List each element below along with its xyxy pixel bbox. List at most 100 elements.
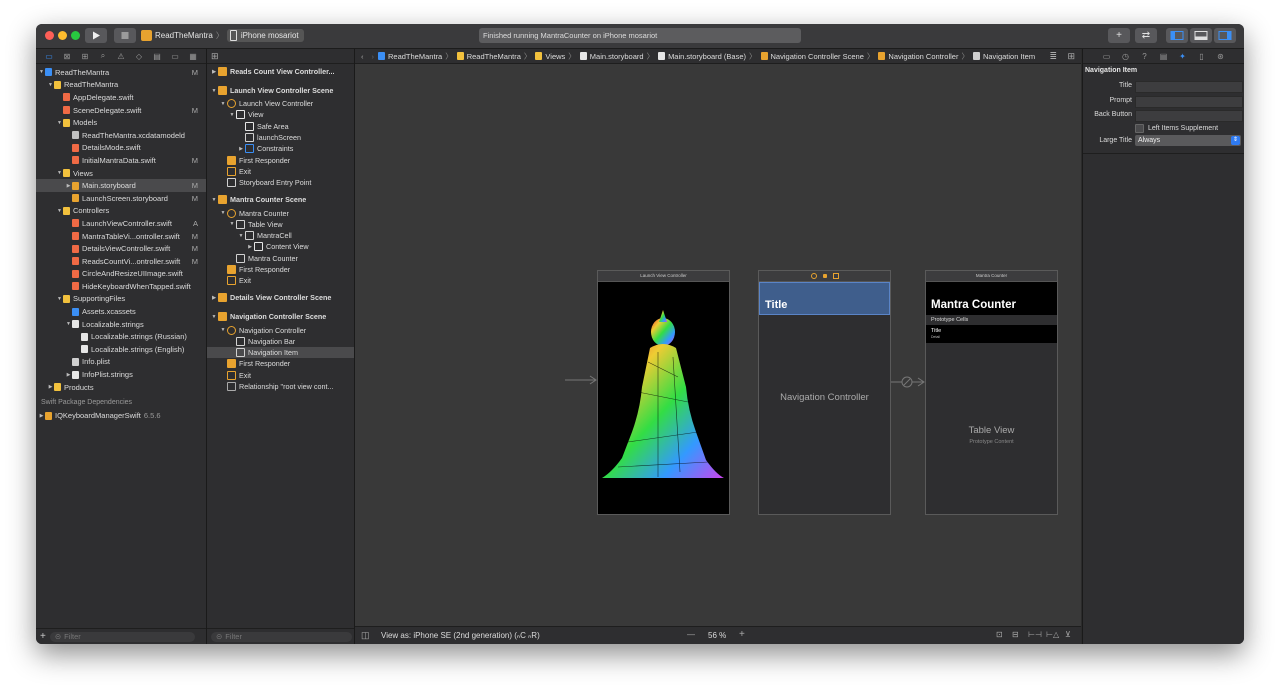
large-title-bar[interactable]: Mantra Counter [926,282,1057,315]
tree-item[interactable]: Info.plist [36,356,206,369]
title-field[interactable] [1135,81,1243,93]
disclosure-triangle-icon[interactable]: ▼ [56,208,63,214]
disclosure-triangle-icon[interactable]: ▼ [210,88,218,94]
disclosure-triangle-icon[interactable]: ▼ [228,221,236,227]
disclosure-triangle-icon[interactable]: ▼ [237,233,245,239]
launch-view-controller-scene[interactable]: Launch View Controller [597,270,730,515]
issue-icon[interactable]: ⚠ [112,52,130,61]
left-items-checkbox[interactable] [1135,124,1144,133]
exit-dock-icon[interactable] [832,273,839,279]
disclosure-triangle-icon[interactable]: ▶ [210,69,218,75]
tree-item[interactable]: DetailsMode.swift [36,142,206,155]
back-button-field[interactable] [1135,110,1243,122]
prompt-field[interactable] [1135,96,1243,108]
nav-controller-dock-icon[interactable] [810,273,817,279]
disclosure-triangle-icon[interactable]: ▼ [38,69,45,75]
device-config-button[interactable]: View as: iPhone SE (2nd generation) (ₙC … [381,631,540,640]
outline-item[interactable]: Navigation Bar [207,336,354,347]
disclosure-triangle-icon[interactable]: ▼ [56,296,63,302]
zoom-window-button[interactable] [71,31,80,40]
tree-item[interactable]: InitialMantraData.swift M [36,154,206,167]
disclosure-triangle-icon[interactable]: ▼ [219,210,227,216]
breadcrumb-item[interactable]: Main.storyboard 〉 [576,51,654,62]
tree-item[interactable]: ReadsCountVi...ontroller.swift M [36,255,206,268]
source-control-icon[interactable]: ⊠ [58,52,76,61]
minimize-window-button[interactable] [58,31,67,40]
disclosure-triangle-icon[interactable]: ▼ [210,197,218,203]
add-file-button[interactable]: + [40,631,46,642]
breadcrumb-item[interactable]: Navigation Controller 〉 [874,51,969,62]
help-inspector-icon[interactable]: ? [1135,52,1154,61]
breadcrumb-item[interactable]: ReadTheMantra 〉 [374,51,453,62]
find-icon[interactable]: ⌕ [94,51,112,61]
debug-icon[interactable]: ▤ [148,52,166,61]
outline-item[interactable]: ▼ MantraCell [207,230,354,241]
breadcrumb-item[interactable]: Navigation Controller Scene 〉 [757,51,874,62]
size-inspector-icon[interactable]: ▯ [1192,52,1211,61]
back-chevron-icon[interactable]: ‹ [361,52,364,61]
large-title-popup[interactable]: Always ⇕ [1135,135,1241,146]
scene-row[interactable]: ▶ Details View Controller Scene [207,290,354,305]
scene-row[interactable]: ▶ Reads Count View Controller... [207,64,354,79]
breadcrumb-item[interactable]: Main.storyboard (Base) 〉 [654,51,757,62]
disclosure-triangle-icon[interactable]: ▼ [210,314,218,320]
navigation-bar[interactable]: Title [759,282,890,315]
align-icon[interactable]: ⊟ [1012,630,1019,639]
disclosure-triangle-icon[interactable]: ▼ [56,170,63,176]
storyboard-canvas[interactable]: Launch View Controller Title Navigation … [355,64,1081,626]
disclosure-triangle-icon[interactable]: ▼ [219,327,227,333]
disclosure-triangle-icon[interactable]: ▼ [56,120,63,126]
device-selector[interactable]: iPhone mosariot [226,29,304,42]
outline-item[interactable]: ▼ View [207,109,354,120]
breakpoint-icon[interactable]: ▭ [166,52,184,61]
tree-item[interactable]: ▼ Views [36,167,206,180]
outline-item[interactable]: First Responder [207,154,354,165]
library-button[interactable]: + [1108,28,1130,43]
report-icon[interactable]: ▦ [184,52,202,61]
code-review-button[interactable]: ⇄ [1135,28,1157,43]
tree-item[interactable]: ReadTheMantra.xcdatamodeld [36,129,206,142]
tree-item[interactable]: Assets.xcassets [36,305,206,318]
breadcrumb-item[interactable]: ReadTheMantra 〉 [453,51,531,62]
outline-item[interactable]: Navigation Item [207,347,354,359]
scene-row[interactable]: ▼ Launch View Controller Scene [207,83,354,98]
tree-item[interactable]: HideKeyboardWhenTapped.swift [36,280,206,293]
embed-in-icon[interactable]: ⊻ [1065,630,1071,639]
disclosure-triangle-icon[interactable]: ▶ [246,244,254,250]
disclosure-triangle-icon[interactable]: ▼ [219,101,227,107]
file-inspector-icon[interactable]: ▭ [1097,52,1116,61]
first-responder-dock-icon[interactable] [822,274,827,278]
outline-item[interactable]: Exit [207,275,354,286]
outline-panel-icon[interactable]: ◫ [361,630,370,641]
scheme-selector[interactable]: ReadTheMantra 〉 iPhone mosariot [141,28,304,43]
relationship-segue-arrow[interactable] [890,376,926,388]
outline-item[interactable]: First Responder [207,264,354,275]
tree-item[interactable]: Localizable.strings (Russian) [36,330,206,343]
symbol-icon[interactable]: ⊞ [76,52,94,61]
tree-item[interactable]: ▼ Controllers [36,205,206,218]
breadcrumb-item[interactable]: Navigation Item [969,51,1035,62]
zoom-out-button[interactable]: — [687,630,695,639]
package-item[interactable]: ▶ IQKeyboardManagerSwift 6.5.6 [36,409,206,422]
tree-item[interactable]: ▼ Localizable.strings [36,318,206,331]
outline-item[interactable]: Exit [207,166,354,177]
outline-item[interactable]: launchScreen [207,132,354,143]
zoom-in-button[interactable]: + [739,629,745,640]
disclosure-triangle-icon[interactable]: ▶ [38,413,45,419]
outline-item[interactable]: Exit [207,370,354,381]
navigator-filter-input[interactable]: ⊝ Filter [49,631,195,642]
left-items-supplement-option[interactable]: Left Items Supplement [1135,124,1218,133]
identity-inspector-icon[interactable]: ▤ [1154,52,1173,61]
disclosure-triangle-icon[interactable]: ▶ [237,146,245,152]
tree-item[interactable]: ▼ ReadTheMantra [36,79,206,92]
tree-item[interactable]: MantraTableVi...ontroller.swift M [36,230,206,243]
disclosure-triangle-icon[interactable]: ▼ [65,321,72,327]
outline-item[interactable]: ▼ Mantra Counter [207,207,354,218]
connections-inspector-icon[interactable]: ⊛ [1211,52,1230,61]
disclosure-triangle-icon[interactable]: ▼ [228,112,236,118]
outline-item[interactable]: ▼ Launch View Controller [207,98,354,109]
tree-item[interactable]: LaunchViewController.swift A [36,217,206,230]
tree-item[interactable]: Localizable.strings (English) [36,343,206,356]
tree-item[interactable]: ▶ Products [36,381,206,394]
toggle-navigator-button[interactable] [1166,28,1188,43]
